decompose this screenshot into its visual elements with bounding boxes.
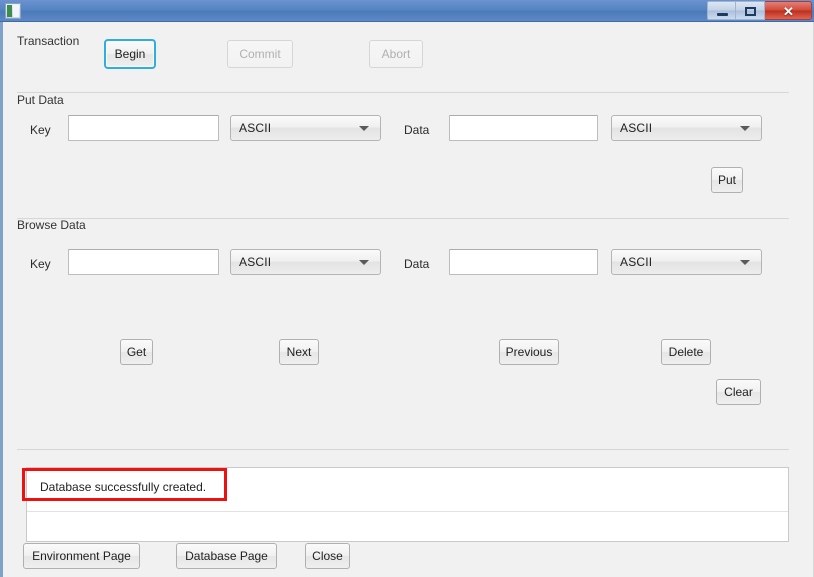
app-icon [5, 3, 21, 19]
chevron-down-icon [359, 126, 369, 131]
minimize-icon [717, 13, 728, 16]
database-page-button[interactable]: Database Page [176, 543, 277, 569]
browse-data-section-label: Browse Data [17, 218, 86, 232]
browse-data-format-value: ASCII [620, 255, 652, 269]
browse-data-format-select[interactable]: ASCII [611, 249, 762, 275]
browse-key-label: Key [30, 257, 51, 271]
maximize-button[interactable] [736, 1, 765, 20]
browse-key-input[interactable] [68, 249, 219, 275]
next-button[interactable]: Next [279, 339, 319, 365]
status-message-row: Database successfully created. [28, 478, 206, 496]
close-page-button[interactable]: Close [305, 543, 350, 569]
transaction-section-label: Transaction [17, 34, 79, 48]
maximize-icon [745, 7, 756, 16]
browse-key-format-select[interactable]: ASCII [230, 249, 381, 275]
put-button[interactable]: Put [711, 167, 743, 193]
environment-page-button[interactable]: Environment Page [23, 543, 140, 569]
put-data-label: Data [404, 123, 429, 137]
client-area: Transaction Begin Commit Abort Put Data … [0, 22, 814, 577]
browse-data-field-label: Data [404, 257, 429, 271]
divider-browse-data [17, 449, 789, 450]
put-key-format-value: ASCII [239, 121, 271, 135]
put-key-input[interactable] [68, 115, 219, 141]
delete-button[interactable]: Delete [661, 339, 711, 365]
status-output-list[interactable]: Database successfully created. [26, 467, 789, 542]
put-data-input[interactable] [449, 115, 598, 141]
chevron-down-icon [740, 126, 750, 131]
browse-key-format-value: ASCII [239, 255, 271, 269]
minimize-button[interactable] [707, 1, 736, 20]
put-key-label: Key [30, 123, 51, 137]
title-bar: ✕ [0, 0, 814, 22]
divider-put-data [17, 218, 789, 219]
browse-data-input[interactable] [449, 249, 598, 275]
begin-button[interactable]: Begin [104, 39, 156, 69]
application-window: ✕ Transaction Begin Commit Abort Put Dat… [0, 0, 814, 577]
commit-button: Commit [227, 40, 293, 68]
previous-button[interactable]: Previous [499, 339, 559, 365]
clear-button[interactable]: Clear [716, 379, 761, 405]
put-key-format-select[interactable]: ASCII [230, 115, 381, 141]
close-icon: ✕ [765, 2, 812, 21]
get-button[interactable]: Get [120, 339, 153, 365]
close-button[interactable]: ✕ [765, 1, 812, 20]
put-data-section-label: Put Data [17, 93, 64, 107]
put-data-format-select[interactable]: ASCII [611, 115, 762, 141]
divider-transaction [17, 92, 789, 93]
abort-button: Abort [369, 40, 423, 68]
chevron-down-icon [359, 260, 369, 265]
window-controls: ✕ [707, 1, 812, 20]
put-data-format-value: ASCII [620, 121, 652, 135]
chevron-down-icon [740, 260, 750, 265]
status-row-divider [27, 511, 788, 512]
